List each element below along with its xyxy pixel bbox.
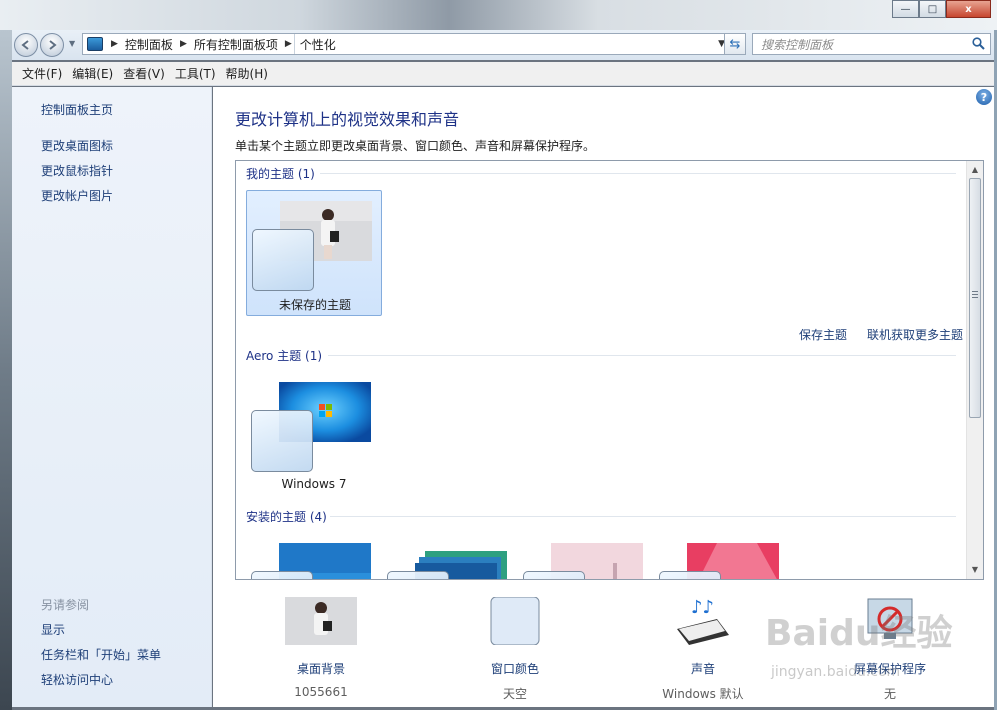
main-panel: ? 更改计算机上的视觉效果和声音 单击某个主题立即更改桌面背景、窗口颜色、声音和… xyxy=(213,87,994,707)
sidebar-link-desktop-icons[interactable]: 更改桌面图标 xyxy=(41,137,113,154)
window-caption-buttons: — □ x xyxy=(892,0,991,18)
theme-label: 未保存的主题 xyxy=(278,298,351,312)
breadcrumb-control-panel[interactable]: 控制面板 xyxy=(120,34,178,54)
desktop-background-top xyxy=(0,0,997,32)
group-header-aero-themes: Aero 主题 (1) xyxy=(246,349,323,363)
theme-list-scrollbar[interactable]: ▲ ▼ xyxy=(966,161,983,579)
close-button[interactable]: x xyxy=(946,0,991,18)
scroll-up-icon[interactable]: ▲ xyxy=(967,163,983,177)
address-toolbar: ▼ ▶ 控制面板 ▶ 所有控制面板项 ▶ 个性化 ▼ ⇆ 搜索控制面板 xyxy=(12,30,994,60)
sounds-icon: ♪♪ xyxy=(677,597,729,645)
sidebar-link-taskbar[interactable]: 任务栏和「开始」菜单 xyxy=(41,646,161,663)
search-icon[interactable] xyxy=(972,37,985,50)
refresh-icon: ⇆ xyxy=(729,36,741,52)
get-more-themes-link[interactable]: 联机获取更多主题 xyxy=(867,326,963,343)
control-panel-icon xyxy=(87,37,103,51)
screensaver-value: 无 xyxy=(883,687,896,701)
menu-tools[interactable]: 工具(T) xyxy=(170,65,221,82)
help-icon[interactable]: ? xyxy=(976,89,992,105)
window-color-setting[interactable]: 窗口颜色 天空 xyxy=(435,596,595,702)
desktop-background-icon xyxy=(285,597,357,645)
forward-button[interactable] xyxy=(40,33,64,57)
window-color-value: 天空 xyxy=(502,687,527,701)
page-title: 更改计算机上的视觉效果和声音 xyxy=(235,110,460,129)
see-also-heading: 另请参阅 xyxy=(41,598,90,612)
theme-label: Windows 7 xyxy=(281,477,347,491)
arrow-left-icon xyxy=(21,40,29,50)
theme-windows-7[interactable]: Windows 7 xyxy=(246,372,382,498)
page-description: 单击某个主题立即更改桌面背景、窗口颜色、声音和屏幕保护程序。 xyxy=(235,139,596,153)
window-color-label[interactable]: 窗口颜色 xyxy=(435,660,595,677)
minimize-button[interactable]: — xyxy=(892,0,919,18)
menu-file[interactable]: 文件(F) xyxy=(17,65,67,82)
sidebar-link-mouse-pointer[interactable]: 更改鼠标指针 xyxy=(41,162,113,179)
screensaver-setting[interactable]: 屏幕保护程序 无 xyxy=(810,597,970,702)
window-glass-preview xyxy=(659,571,721,579)
sidebar-link-ease-of-access[interactable]: 轻松访问中心 xyxy=(41,671,113,688)
maximize-button[interactable]: □ xyxy=(919,0,946,18)
menu-bar: 文件(F) 编辑(E) 查看(V) 工具(T) 帮助(H) xyxy=(12,62,994,86)
sidebar-link-display[interactable]: 显示 xyxy=(41,621,65,638)
grip-icon xyxy=(972,291,978,298)
window-glass-preview xyxy=(251,571,313,579)
menu-help[interactable]: 帮助(H) xyxy=(221,65,273,82)
theme-installed-1[interactable] xyxy=(246,533,382,579)
screensaver-icon xyxy=(867,598,913,639)
save-theme-link[interactable]: 保存主题 xyxy=(799,326,847,343)
window-glass-preview xyxy=(251,410,313,472)
desktop-background-value: 1055661 xyxy=(294,685,348,699)
scroll-thumb[interactable] xyxy=(969,178,981,418)
sounds-value: Windows 默认 xyxy=(662,687,744,701)
screensaver-label[interactable]: 屏幕保护程序 xyxy=(810,660,970,677)
desktop-background-label[interactable]: 桌面背景 xyxy=(241,660,401,677)
breadcrumb-all-items[interactable]: 所有控制面板项 xyxy=(189,34,283,54)
theme-unsaved[interactable]: 未保存的主题 xyxy=(246,190,382,316)
chevron-right-icon[interactable]: ▶ xyxy=(109,39,120,49)
breadcrumb-personalization[interactable]: 个性化 xyxy=(293,34,341,54)
menu-view[interactable]: 查看(V) xyxy=(118,65,170,82)
window-glass-preview xyxy=(523,571,585,579)
window-glass-preview xyxy=(252,229,314,291)
refresh-button[interactable]: ⇆ xyxy=(724,33,746,55)
desktop-background-left xyxy=(0,30,12,710)
address-box[interactable]: ▶ 控制面板 ▶ 所有控制面板项 ▶ 个性化 ▼ xyxy=(82,33,730,55)
sidebar: 控制面板主页 更改桌面图标 更改鼠标指针 更改帐户图片 另请参阅 显示 任务栏和… xyxy=(12,87,212,707)
sounds-setting[interactable]: ♪♪ 声音 Windows 默认 xyxy=(623,597,783,702)
group-divider xyxy=(328,355,956,356)
search-input[interactable]: 搜索控制面板 xyxy=(752,33,991,55)
window-color-icon xyxy=(490,596,540,646)
theme-installed-4[interactable] xyxy=(654,533,790,579)
group-divider xyxy=(330,516,956,517)
sidebar-link-home[interactable]: 控制面板主页 xyxy=(41,101,113,118)
theme-installed-3[interactable] xyxy=(518,533,654,579)
arrow-right-icon xyxy=(49,40,57,50)
scroll-down-icon[interactable]: ▼ xyxy=(967,563,983,577)
theme-links: 保存主题 联机获取更多主题 xyxy=(799,326,963,343)
desktop-background-setting[interactable]: 桌面背景 1055661 xyxy=(241,597,401,699)
chevron-right-icon[interactable]: ▶ xyxy=(178,39,189,49)
search-placeholder: 搜索控制面板 xyxy=(761,37,834,52)
svg-text:♪♪: ♪♪ xyxy=(691,597,714,618)
window-glass-preview xyxy=(387,571,449,579)
group-header-my-themes: 我的主题 (1) xyxy=(246,167,315,181)
menu-edit[interactable]: 编辑(E) xyxy=(67,65,118,82)
sounds-label[interactable]: 声音 xyxy=(623,660,783,677)
chevron-right-icon[interactable]: ▶ xyxy=(283,39,294,49)
group-header-installed-themes: 安装的主题 (4) xyxy=(246,510,327,524)
back-button[interactable] xyxy=(14,33,38,57)
recent-pages-dropdown[interactable]: ▼ xyxy=(69,39,75,48)
sidebar-link-account-picture[interactable]: 更改帐户图片 xyxy=(41,187,113,204)
group-divider xyxy=(320,173,956,174)
theme-installed-2[interactable] xyxy=(382,533,518,579)
theme-list[interactable]: 我的主题 (1) 未保存的主题 保存主题 联机获取更多主题 Aero 主题 (1… xyxy=(235,160,984,580)
